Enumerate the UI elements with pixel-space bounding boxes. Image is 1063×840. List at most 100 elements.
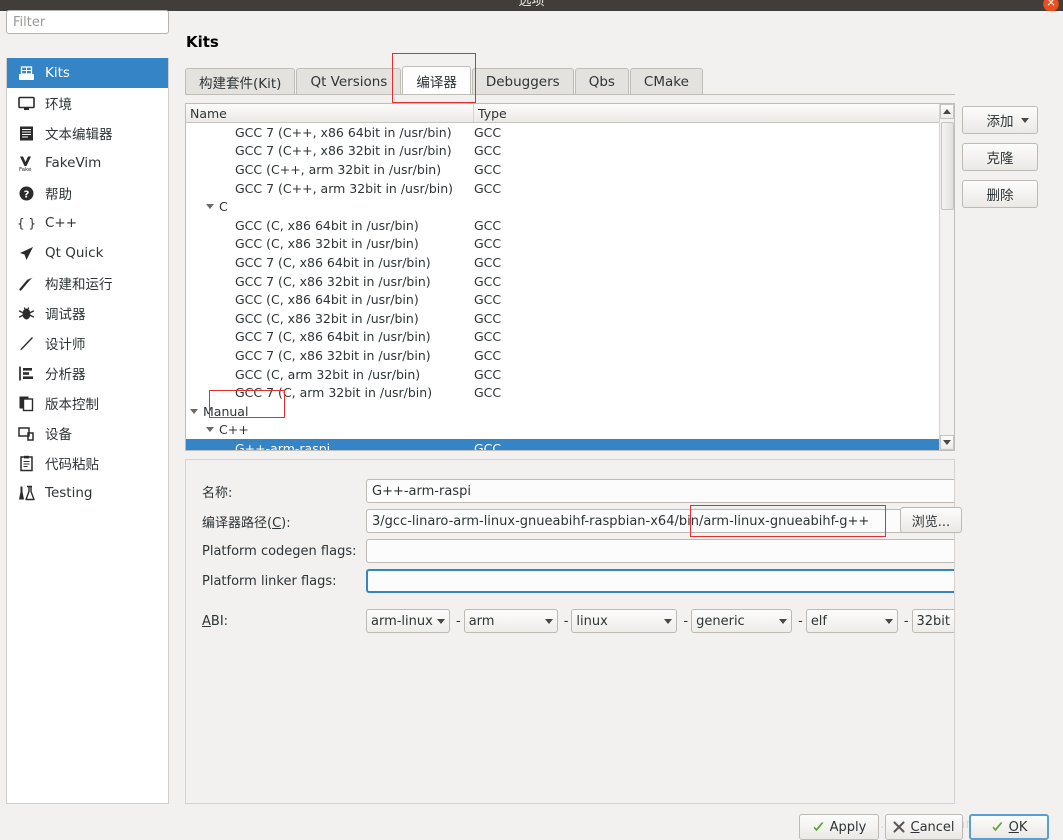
name-input[interactable]: G++-arm-raspi (366, 479, 954, 503)
braces-icon: { } (15, 214, 37, 232)
tree-name-label: C (219, 199, 228, 215)
fakevim-icon: Fake (15, 154, 37, 172)
chevron-down-icon[interactable] (206, 204, 214, 210)
remove-button[interactable]: 删除 (962, 180, 1038, 208)
cancel-button[interactable]: Cancel (885, 814, 963, 840)
compiler-path-input[interactable]: 3/gcc-linaro-arm-linux-gnueabihf-raspbia… (366, 509, 954, 533)
scroll-thumb[interactable] (941, 122, 954, 210)
abi-combo-0[interactable]: arm-linux (366, 609, 450, 633)
pencil-icon (15, 334, 37, 352)
scroll-up-icon[interactable] (940, 104, 954, 119)
sidebar-item-6[interactable]: Qt Quick (7, 238, 168, 268)
sidebar-item-7[interactable]: 构建和运行 (7, 268, 168, 298)
sidebar-item-label: 设备 (45, 427, 72, 443)
tab-1[interactable]: Qt Versions (296, 68, 402, 94)
tab-label: CMake (643, 73, 689, 90)
table-row[interactable]: GCC 7 (C, arm 32bit in /usr/bin) GCC (186, 383, 954, 402)
tree-name-label: GCC (C, x86 32bit in /usr/bin) (235, 310, 419, 326)
table-row[interactable]: GCC 7 (C, x86 32bit in /usr/bin) GCC (186, 346, 954, 365)
tree-name-label: GCC 7 (C, x86 64bit in /usr/bin) (235, 329, 431, 345)
text-editor-icon (15, 124, 37, 142)
sidebar-item-label: 文本编辑器 (45, 127, 113, 143)
table-row[interactable]: GCC (C, x86 32bit in /usr/bin) GCC (186, 235, 954, 254)
column-header-type[interactable]: Type (474, 104, 954, 122)
sidebar-item-8[interactable]: 调试器 (7, 298, 168, 328)
abi-combo-value: 32bit (916, 613, 951, 629)
compiler-tree[interactable]: Name Type GCC 7 (C++, x86 64bit in /usr/… (185, 103, 955, 451)
abi-separator: - (456, 613, 461, 629)
abi-combo-1[interactable]: arm (463, 609, 558, 633)
tab-5[interactable]: CMake (629, 68, 703, 94)
sidebar-item-9[interactable]: 设计师 (7, 328, 168, 358)
abi-combo-group: arm-linux - arm - linux - generic - elf -32bit (366, 609, 954, 633)
tree-cell-type: GCC (474, 161, 502, 177)
compiler-detail-form: 名称: G++-arm-raspi 编译器路径(C): 3/gcc-linaro… (185, 459, 955, 804)
clone-button[interactable]: 克隆 (962, 143, 1038, 171)
sidebar-item-0[interactable]: Kits (7, 58, 168, 88)
table-row[interactable]: GCC (C, arm 32bit in /usr/bin) GCC (186, 365, 954, 384)
tab-4[interactable]: Qbs (574, 68, 629, 94)
table-row[interactable]: GCC (C++, arm 32bit in /usr/bin) GCC (186, 160, 954, 179)
abi-combo-5[interactable]: 32bit (911, 609, 954, 633)
scroll-down-icon[interactable] (940, 435, 954, 450)
table-row[interactable]: GCC (C, x86 64bit in /usr/bin) GCC (186, 216, 954, 235)
chevron-down-icon (779, 618, 788, 624)
table-row[interactable]: GCC (C, x86 64bit in /usr/bin) GCC (186, 290, 954, 309)
tab-bar[interactable]: 构建套件(Kit) Qt Versions 编译器 Debuggers Qbs CMake (185, 66, 955, 95)
tree-cell-name: GCC 7 (C, x86 32bit in /usr/bin) (186, 274, 474, 289)
clone-button-label: 克隆 (986, 151, 1014, 167)
linker-flags-label: Platform linker flags: (202, 573, 337, 589)
table-row[interactable]: GCC 7 (C++, arm 32bit in /usr/bin) GCC (186, 179, 954, 198)
browse-button[interactable]: 浏览... (900, 507, 962, 533)
chevron-down-icon[interactable] (206, 427, 214, 433)
sidebar-item-label: 分析器 (45, 367, 86, 383)
hammer-icon (15, 274, 37, 292)
chevron-down-icon[interactable] (190, 408, 198, 414)
tree-cell-type: GCC (474, 385, 502, 401)
sidebar-item-1[interactable]: 环境 (7, 88, 168, 118)
sidebar-item-5[interactable]: { } C++ (7, 208, 168, 238)
svg-text:?: ? (23, 189, 29, 200)
table-row[interactable]: GCC 7 (C, x86 64bit in /usr/bin) GCC (186, 253, 954, 272)
filter-input[interactable] (6, 10, 169, 34)
table-row[interactable]: GCC 7 (C, x86 32bit in /usr/bin) GCC (186, 272, 954, 291)
sidebar-item-4[interactable]: ? 帮助 (7, 178, 168, 208)
compiler-path-label-pre: 编译器路径( (202, 515, 273, 531)
tree-cell-type: GCC (474, 347, 502, 363)
table-row[interactable]: G++-arm-raspi GCC (186, 439, 954, 450)
codegen-flags-label: Platform codegen flags: (202, 543, 357, 559)
table-row[interactable]: Manual (186, 402, 954, 421)
sidebar-item-14[interactable]: Testing (7, 478, 168, 508)
add-button[interactable]: 添加 (962, 106, 1038, 134)
abi-combo-4[interactable]: elf (805, 609, 898, 633)
sidebar-item-10[interactable]: 分析器 (7, 358, 168, 388)
ok-button[interactable]: OK (969, 814, 1049, 840)
table-row[interactable]: GCC 7 (C++, x86 64bit in /usr/bin) GCC (186, 123, 954, 142)
linker-flags-input[interactable] (366, 569, 954, 593)
table-row[interactable]: C (186, 197, 954, 216)
chevron-down-icon (1021, 117, 1029, 123)
abi-combo-2[interactable]: linux (571, 609, 678, 633)
close-icon[interactable] (1043, 0, 1059, 11)
column-header-name[interactable]: Name (186, 104, 474, 122)
sidebar-item-3[interactable]: Fake FakeVim (7, 148, 168, 178)
sidebar-item-13[interactable]: 代码粘贴 (7, 448, 168, 478)
table-row[interactable]: GCC 7 (C++, x86 32bit in /usr/bin) GCC (186, 142, 954, 161)
apply-button[interactable]: Apply (799, 814, 879, 840)
svg-text:Fake: Fake (19, 167, 32, 172)
tab-3[interactable]: Debuggers (471, 68, 574, 94)
table-row[interactable]: GCC 7 (C, x86 64bit in /usr/bin) GCC (186, 328, 954, 347)
table-row[interactable]: C++ (186, 421, 954, 440)
sidebar-item-2[interactable]: 文本编辑器 (7, 118, 168, 148)
table-row[interactable]: GCC (C, x86 32bit in /usr/bin) GCC (186, 309, 954, 328)
abi-combo-3[interactable]: generic (691, 609, 793, 633)
abi-combo-value: linux (576, 613, 608, 629)
tab-0[interactable]: 构建套件(Kit) (185, 68, 296, 94)
options-category-list[interactable]: Kits 环境文本编辑器 Fake FakeVim? 帮助 { } C++ Qt Quick 构… (6, 58, 169, 804)
tree-cell-name: C (186, 199, 474, 214)
tree-scrollbar[interactable] (939, 104, 954, 450)
codegen-flags-input[interactable] (366, 539, 954, 563)
tab-2[interactable]: 编译器 (402, 66, 471, 94)
sidebar-item-11[interactable]: 版本控制 (7, 388, 168, 418)
sidebar-item-12[interactable]: 设备 (7, 418, 168, 448)
